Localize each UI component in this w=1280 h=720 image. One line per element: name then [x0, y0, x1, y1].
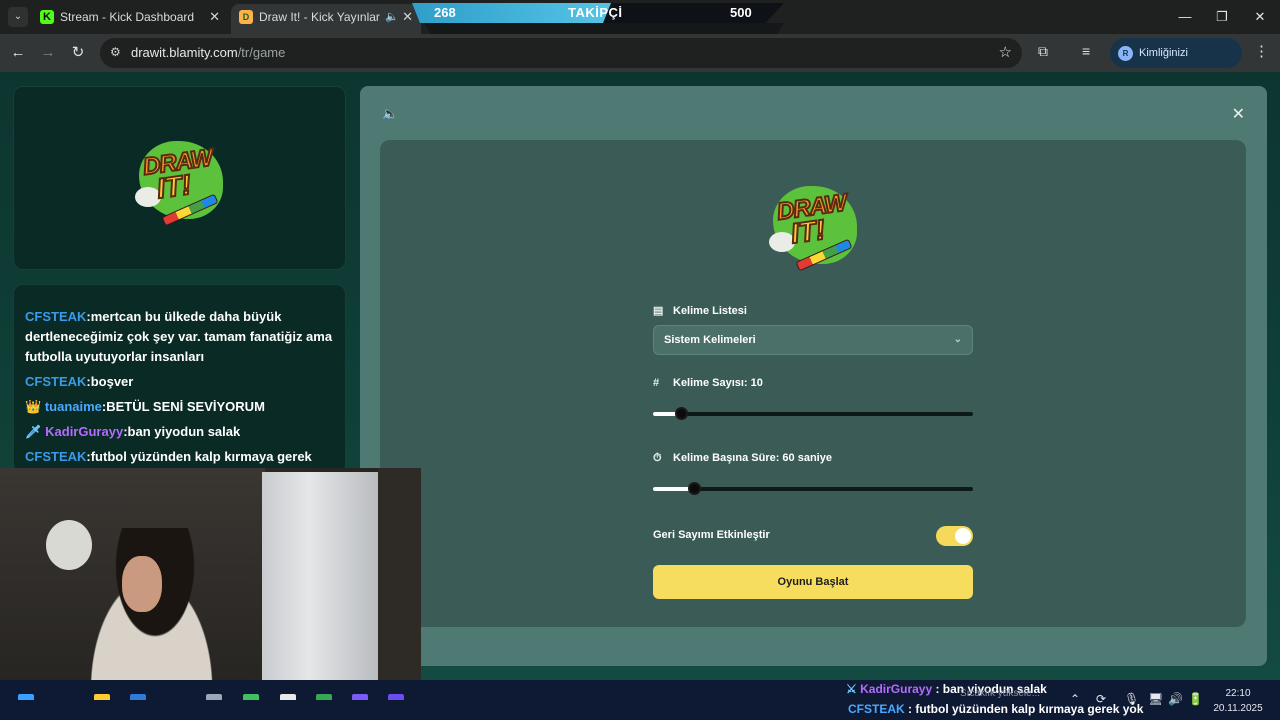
restore-button[interactable]: ❐: [1205, 6, 1239, 28]
streamer: [70, 528, 240, 705]
media-controls-icon[interactable]: ≡: [1082, 43, 1090, 59]
weather-notification[interactable]: Sıcaklık yüksele...: [960, 688, 1040, 699]
chevron-down-icon: ⌄: [953, 334, 962, 345]
chat-username: KadirGurayy: [45, 424, 124, 439]
taskbar-app-icon[interactable]: [388, 694, 404, 700]
time-per-word-label: ⏱ Kelime Başına Süre: 60 saniye: [653, 452, 832, 464]
browser-toolbar: ← → ↻ ⚙ drawit.blamity.com/tr/game ☆ ⧉ ≡…: [0, 34, 1280, 89]
start-icon[interactable]: [18, 694, 34, 700]
speaker-icon[interactable]: 🔈: [385, 4, 399, 30]
start-game-button[interactable]: Oyunu Başlat: [653, 565, 973, 599]
follower-label: TAKİPÇİ: [568, 5, 623, 20]
word-count-label: # Kelime Sayısı: 10: [653, 377, 763, 389]
close-tab-icon[interactable]: ✕: [209, 4, 220, 30]
chat-text: :BETÜL SENİ SEVİYORUM: [101, 399, 265, 414]
chat-username: tuanaime: [44, 399, 102, 414]
chat-text: :boşver: [86, 374, 134, 389]
word-count-slider-handle[interactable]: [675, 407, 688, 420]
microphone-icon[interactable]: 🎙: [1124, 692, 1139, 706]
taskbar-app-icon[interactable]: [243, 694, 259, 700]
settings-panel: DRAW IT! ▤ Kelime Listesi Sistem Kelimele…: [380, 140, 1246, 627]
chat-panel: CFSTEAK:mertcan bu ülkede daha büyük der…: [13, 284, 346, 474]
drawit-logo: DRAW IT!: [133, 131, 229, 227]
follower-goal: 500: [730, 5, 752, 20]
tab-title: Draw It! - Kick Yayınları İçin: [259, 10, 381, 24]
logo-card: DRAW IT!: [13, 86, 346, 270]
hash-icon: #: [653, 377, 660, 389]
volume-icon[interactable]: 🔊: [1168, 692, 1183, 706]
chat-username: CFSTEAK: [25, 374, 87, 389]
network-icon[interactable]: 🖥: [1148, 692, 1163, 706]
sync-icon[interactable]: ⟳: [1096, 692, 1106, 706]
sound-toggle-icon[interactable]: 🔈: [382, 106, 398, 122]
taskbar-app-icon[interactable]: [316, 694, 332, 700]
follower-overlay-shadow: [424, 23, 784, 34]
chat-message: CFSTEAK:mertcan bu ülkede daha büyük der…: [25, 307, 335, 367]
minimize-button[interactable]: —: [1168, 6, 1202, 28]
word-list-select[interactable]: Sistem Kelimeleri ⌄: [653, 325, 973, 355]
system-clock[interactable]: 22:10 20.11.2025: [1206, 686, 1270, 716]
chat-message: 🗡 KadirGurayy:ban yiyodun salak: [25, 422, 335, 442]
tab-search-dropdown-icon[interactable]: ⌄: [8, 7, 28, 27]
close-window-button[interactable]: ✕: [1243, 6, 1277, 28]
chat-username: CFSTEAK: [25, 309, 87, 324]
chat-message: 👑 tuanaime:BETÜL SENİ SEVİYORUM: [25, 397, 335, 417]
sword-badge-icon: ⚔: [846, 682, 857, 696]
verify-identity-button[interactable]: R Kimliğinizi doğrulayın: [1110, 38, 1242, 89]
crown-badge-icon: 👑: [25, 399, 42, 414]
stopwatch-icon: ⏱: [653, 452, 662, 464]
taskbar-app-icon[interactable]: [352, 694, 368, 700]
url-text[interactable]: drawit.blamity.com/tr/game: [131, 45, 285, 60]
site-settings-icon[interactable]: ⚙: [110, 45, 121, 59]
reload-icon[interactable]: ↻: [68, 43, 88, 63]
extensions-icon[interactable]: ⧉: [1038, 43, 1048, 60]
document-icon: ▤: [653, 305, 664, 317]
toggle-knob: [955, 528, 971, 544]
taskbar-app-icon[interactable]: [94, 694, 110, 700]
countdown-label: Geri Sayımı Etkinleştir: [653, 529, 770, 541]
drawit-logo: DRAW IT!: [767, 176, 863, 272]
word-list-label: ▤ Kelime Listesi: [653, 305, 747, 317]
fridge: [262, 472, 380, 705]
taskbar-app-icon[interactable]: [280, 694, 296, 700]
follower-current: 268: [434, 5, 456, 20]
profile-avatar-icon: R: [1118, 46, 1133, 61]
taskbar-app-icon[interactable]: [130, 694, 146, 700]
chevron-up-icon[interactable]: ⌃: [1070, 692, 1080, 706]
taskbar-app-icon[interactable]: [206, 694, 222, 700]
drawit-favicon-icon: D: [239, 10, 253, 24]
back-arrow-icon[interactable]: ←: [8, 43, 28, 63]
word-count-slider[interactable]: [653, 412, 973, 416]
forward-arrow-icon[interactable]: →: [38, 43, 58, 63]
sword-badge-icon: 🗡: [25, 424, 42, 439]
tab-kick-dashboard[interactable]: K Stream - Kick Dashboard ✕: [32, 4, 228, 34]
bookmark-star-icon[interactable]: ☆: [999, 43, 1012, 61]
more-menu-icon[interactable]: ⋮: [1254, 42, 1269, 60]
address-bar[interactable]: ⚙ drawit.blamity.com/tr/game ☆: [100, 38, 1022, 68]
close-modal-icon[interactable]: ✕: [1232, 104, 1245, 124]
tab-draw-it[interactable]: D Draw It! - Kick Yayınları İçin 🔈 ✕: [231, 4, 421, 34]
chat-message: CFSTEAK:boşver: [25, 372, 335, 392]
kick-favicon-icon: K: [40, 10, 54, 24]
webcam-overlay: [0, 468, 421, 705]
chat-text: :ban yiyodun salak: [123, 424, 241, 439]
close-tab-icon[interactable]: ✕: [402, 4, 413, 30]
time-per-word-slider[interactable]: [653, 487, 973, 491]
tab-title: Stream - Kick Dashboard: [60, 10, 195, 24]
time-per-word-slider-handle[interactable]: [688, 482, 701, 495]
chat-username: CFSTEAK: [25, 449, 87, 464]
game-settings-modal: 🔈 ✕ DRAW IT! ▤ Kelime Listesi Sistem Keli…: [360, 86, 1267, 666]
battery-icon[interactable]: 🔋: [1188, 692, 1203, 706]
countdown-toggle[interactable]: [936, 526, 973, 546]
